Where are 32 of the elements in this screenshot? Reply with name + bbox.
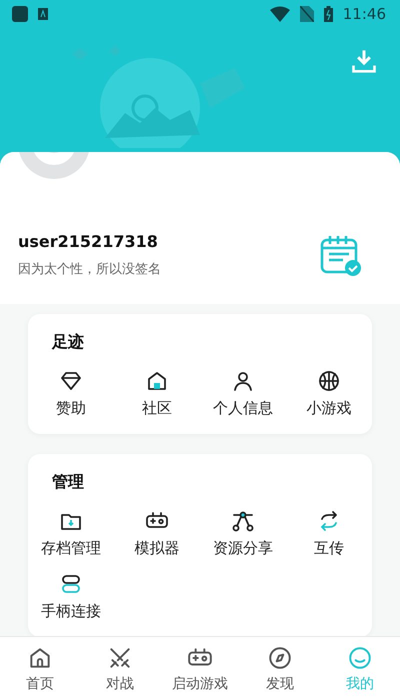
signature: 因为太个性，所以没签名 [18, 261, 162, 278]
section-title: 足迹 [50, 332, 85, 353]
menu-item-label[interactable]: 小游戏 [306, 399, 352, 418]
person-icon [231, 369, 255, 393]
calendar-check-icon[interactable] [320, 234, 362, 276]
battery-icon [324, 6, 333, 22]
link-icon [59, 572, 83, 596]
house-icon [145, 369, 169, 393]
menu-item-label[interactable]: 资源分享 [213, 539, 273, 558]
menu-item-label[interactable]: 个人信息 [213, 399, 273, 418]
keyboard-icon [38, 8, 48, 20]
smile-icon [347, 644, 373, 670]
menu-item-label[interactable]: 手柄连接 [41, 602, 101, 621]
nav-tab[interactable]: 对战 [80, 637, 160, 700]
menu-item-label[interactable]: 社区 [142, 399, 172, 418]
sim-icon [300, 6, 314, 22]
section-title: 管理 [51, 472, 85, 493]
nav-tab[interactable]: 发现 [240, 637, 320, 700]
nav-tab[interactable]: 首页 [0, 637, 80, 700]
menu-item-label[interactable]: 赞助 [56, 399, 86, 418]
menu-item-label[interactable]: 模拟器 [134, 539, 180, 558]
compass-icon [267, 644, 293, 670]
diamond-icon [59, 369, 83, 393]
clock-time: 11:46 [342, 5, 386, 23]
nav-tab[interactable]: 启动游戏 [160, 637, 240, 700]
basketball-icon [317, 369, 341, 393]
menu-item-label[interactable]: 存档管理 [41, 539, 101, 558]
app-icon [12, 6, 28, 22]
username: user215217318 [18, 232, 159, 251]
wifi-icon [270, 6, 290, 22]
menu-item-label[interactable]: 互传 [314, 539, 344, 558]
share-icon [231, 509, 255, 533]
